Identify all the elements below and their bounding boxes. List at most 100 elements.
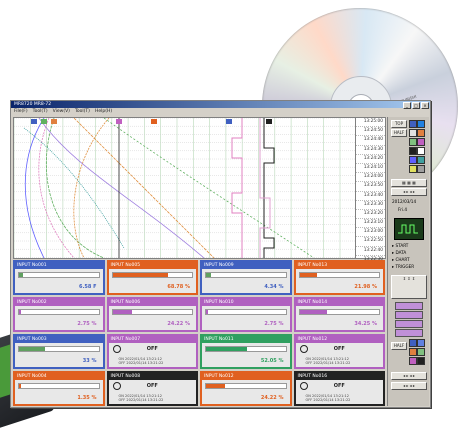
menu-help[interactable]: Help(H) [95, 108, 112, 115]
level-bar [205, 309, 287, 315]
level-bar-fill [112, 273, 169, 277]
start-label[interactable]: ▸ START [392, 243, 408, 248]
color-swatch[interactable] [417, 339, 425, 347]
date-label: 2012/03/14 [392, 199, 417, 204]
channel-panel[interactable]: INPUT No005 68.78 % [106, 260, 198, 295]
level-bar-fill [19, 273, 23, 277]
channel-panel[interactable]: INPUT No014 34.25 % [293, 297, 385, 332]
channel-panel[interactable]: INPUT No002 2.75 % [13, 297, 105, 332]
channel-panel[interactable]: INPUT No009 4.34 % [200, 260, 292, 295]
trend-curve [24, 118, 45, 258]
color-swatch[interactable] [409, 339, 417, 347]
level-bar-fill [206, 310, 209, 314]
channel-panel[interactable]: INPUT No012 24.22 % [200, 371, 292, 406]
channel-value: 2.75 % [264, 321, 284, 327]
state-timestamps: ON 2022/01/14 13:21:12 OFF 2022/01/14 13:… [119, 394, 164, 402]
channel-panel[interactable]: INPUT No016 OFF ON 2022/01/14 13:21:12 OFF … [293, 371, 385, 406]
channel-title: INPUT No012 [202, 373, 290, 380]
color-swatch[interactable] [417, 357, 425, 365]
tool-column: TOP HALF ▦ ▦ ▦ ◂ ▸ ◂ ▸ 2012/03/14 Fri.4 … [387, 117, 429, 406]
purple-button-2[interactable] [395, 311, 423, 319]
color-swatch[interactable] [409, 129, 417, 137]
maximize-button[interactable]: □ [412, 102, 420, 109]
level-bar-fill [19, 384, 21, 388]
channel-panel[interactable]: INPUT No006 24.22 % [106, 297, 198, 332]
level-bar-fill [299, 310, 327, 314]
time-label: 13:24:10 [356, 164, 385, 174]
time-label: 13:22:40 [356, 247, 385, 256]
color-swatch[interactable] [409, 348, 417, 356]
channel-panel[interactable]: INPUT No001 6.58 F [13, 260, 105, 295]
top-button[interactable]: TOP [391, 120, 407, 128]
data-label[interactable]: ▸ DATA [392, 250, 406, 255]
title-bar: MR8720 MR8-72 _ □ × [11, 101, 430, 109]
color-swatch[interactable] [417, 156, 425, 164]
time-label: 13:24:20 [356, 155, 385, 164]
digital-step-trace [263, 118, 275, 258]
signal-display [394, 218, 424, 240]
half-button[interactable]: HALF [391, 129, 407, 137]
channel-marker-icon [266, 119, 272, 124]
channel-panel[interactable]: INPUT No011 52.05 % [200, 334, 292, 369]
channel-value: 24.22 % [260, 395, 284, 401]
nav-button-row-2[interactable]: ◂ ▸ ◂ ▸ [391, 382, 427, 390]
timestamp-line: OFF 2022/01/14 13:21:22 [305, 398, 351, 402]
channel-value: 21.98 % [354, 284, 377, 290]
half-button-2[interactable]: HALF [391, 342, 407, 350]
window-title: MR8720 MR8-72 [14, 102, 52, 107]
level-bar-fill [112, 310, 132, 314]
digital-step-trace [231, 118, 243, 258]
trend-chart[interactable] [13, 117, 365, 259]
trend-curve [103, 118, 315, 258]
channel-panel[interactable]: INPUT No012 OFF ON 2022/01/14 13:21:12 OFF … [293, 334, 385, 369]
level-bar [298, 309, 380, 315]
color-swatch[interactable] [417, 348, 425, 356]
color-swatch[interactable] [409, 120, 417, 128]
channel-panels: INPUT No001 6.58 F INPUT No005 68.78 % INPUT… [13, 260, 385, 406]
color-swatch[interactable] [417, 165, 425, 173]
channel-panel[interactable]: INPUT No007 OFF ON 2022/01/14 13:21:12 OFF … [106, 334, 198, 369]
range-selector[interactable]: ⇕ ⇕ ⇕ [391, 275, 427, 299]
channel-panel[interactable]: INPUT No003 33 % [13, 334, 105, 369]
channel-title: INPUT No010 [202, 299, 290, 306]
channel-panel[interactable]: INPUT No008 OFF ON 2022/01/14 13:21:12 OFF … [106, 371, 198, 406]
zoom-button-row[interactable]: ◂ ▸ ◂ ▸ [391, 188, 427, 196]
time-axis: 13:25:00 13:24:50 13:24:40 13:24:30 13:24:20… [355, 117, 386, 275]
chart-label[interactable]: ▸ CHART [392, 257, 410, 262]
channel-panel[interactable]: INPUT No004 1.35 % [13, 371, 105, 406]
color-swatch[interactable] [417, 120, 425, 128]
channel-value: 6.58 F [79, 284, 97, 290]
color-swatch[interactable] [417, 129, 425, 137]
channel-state: OFF [333, 346, 345, 352]
channel-marker-icon [41, 119, 47, 124]
trend-curve [23, 127, 125, 249]
channel-panel[interactable]: INPUT No010 2.75 % [200, 297, 292, 332]
level-bar-fill [19, 347, 46, 351]
grid-toggle-button[interactable]: ▦ ▦ ▦ [391, 179, 427, 187]
menu-tool-2[interactable]: Tool(T) [75, 108, 90, 115]
purple-button-4[interactable] [395, 329, 423, 337]
channel-marker-icon [151, 119, 157, 124]
color-swatch[interactable] [417, 147, 425, 155]
color-swatch[interactable] [409, 138, 417, 146]
channel-value: 52.05 % [260, 358, 284, 364]
minimize-button[interactable]: _ [403, 102, 411, 109]
menu-view[interactable]: View(V) [53, 108, 70, 115]
color-swatch[interactable] [409, 156, 417, 164]
trend-curve [38, 118, 205, 258]
color-swatch[interactable] [409, 147, 417, 155]
color-swatch[interactable] [409, 357, 417, 365]
close-button[interactable]: × [421, 102, 429, 109]
trigger-label[interactable]: ▸ TRIGGER [392, 264, 414, 269]
purple-button-1[interactable] [395, 302, 423, 310]
purple-button-3[interactable] [395, 320, 423, 328]
time-label: 13:23:20 [356, 210, 385, 220]
menu-tool[interactable]: Tool(T) [33, 108, 48, 115]
time-label: 13:24:50 [356, 127, 385, 137]
color-swatch[interactable] [409, 165, 417, 173]
channel-panel[interactable]: INPUT No013 21.98 % [293, 260, 385, 295]
color-swatch[interactable] [417, 138, 425, 146]
nav-button-row[interactable]: ◂ ▸ ◂ ▸ [391, 372, 427, 380]
menu-file[interactable]: File(F) [14, 108, 28, 115]
channel-marker-icon [31, 119, 37, 124]
